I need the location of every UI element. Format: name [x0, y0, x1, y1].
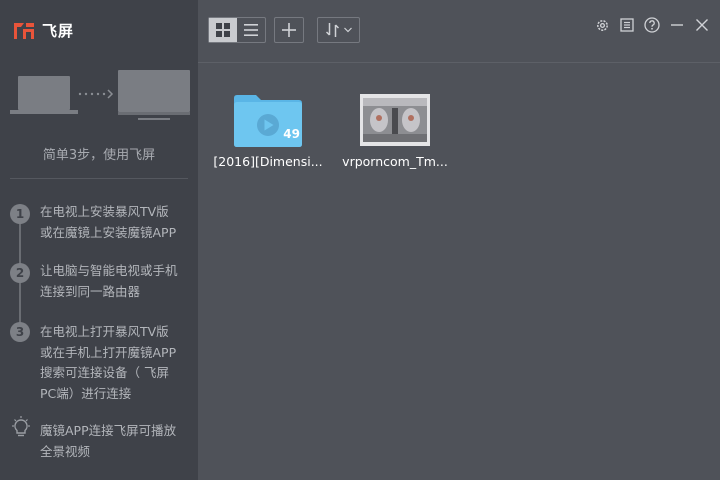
list-view-icon — [244, 24, 258, 36]
connect-illustration — [10, 70, 190, 120]
intro-text: 简单3步，使用飞屏 — [42, 148, 156, 163]
list-view-button[interactable] — [237, 18, 265, 42]
app-logo: 飞屏 — [12, 20, 74, 41]
settings-button[interactable] — [593, 16, 611, 34]
chevron-down-icon — [343, 27, 352, 33]
gear-icon — [596, 19, 608, 31]
file-name: vrporncom_Tm... — [342, 154, 448, 169]
app-logo-icon — [14, 22, 34, 39]
step-text: 在电视上安装暴风TV版 或在魔镜上安装魔镜APP — [40, 202, 192, 243]
view-toggle — [208, 17, 266, 43]
menu-button[interactable] — [618, 16, 636, 34]
add-button[interactable] — [274, 17, 304, 43]
sort-button-inner[interactable] — [318, 18, 359, 42]
tip-line: 魔镜APP连接飞屏可播放 — [40, 423, 177, 438]
grid-view-icon — [216, 23, 230, 37]
folder-thumbnail: 49 — [232, 92, 304, 148]
minimize-button[interactable] — [668, 16, 686, 34]
step-text: 在电视上打开暴风TV版 或在手机上打开魔镜APP 搜索可连接设备（ 飞屏 PC端… — [40, 322, 192, 404]
step-line: 连接到同一路由器 — [40, 283, 141, 299]
close-button[interactable] — [693, 16, 711, 34]
step-line: 在电视上安装暴风TV版 — [40, 204, 169, 219]
sort-icon — [325, 23, 339, 37]
folder-count: 49 — [283, 127, 300, 141]
file-item-video[interactable]: vrporncom_Tm... — [340, 94, 450, 169]
lightbulb-icon — [12, 416, 30, 437]
step-line: PC端）进行连接 — [40, 385, 132, 401]
file-name: [2016][Dimensi... — [213, 154, 323, 169]
step-line: 让电脑与智能电视或手机 — [40, 263, 178, 278]
close-icon — [696, 19, 708, 31]
video-preview-icon — [363, 98, 427, 142]
divider — [10, 178, 188, 179]
app-name: 飞屏 — [42, 22, 75, 40]
toolbar — [198, 0, 720, 63]
step-number: 2 — [10, 263, 30, 283]
step-line: 或在魔镜上安装魔镜APP — [40, 224, 177, 240]
step-line: 或在手机上打开魔镜APP — [40, 344, 177, 360]
tip-text: 魔镜APP连接飞屏可播放 全景视频 — [40, 421, 192, 462]
minimize-icon — [671, 24, 683, 26]
plus-icon — [282, 23, 296, 37]
step-line: 在电视上打开暴风TV版 — [40, 324, 169, 339]
file-item-folder[interactable]: 49 [2016][Dimensi... — [213, 92, 323, 169]
help-icon — [644, 17, 660, 33]
menu-icon — [620, 18, 634, 32]
sort-button[interactable] — [317, 17, 360, 43]
grid-view-button[interactable] — [209, 18, 237, 42]
help-button[interactable] — [643, 16, 661, 34]
sidebar: 飞屏 简单3步，使用飞屏 1 在电视上安装暴风TV版 或在魔镜上安装魔镜APP … — [0, 0, 198, 480]
step-line: 搜索可连接设备（ 飞屏 — [40, 365, 169, 380]
video-thumbnail — [360, 94, 430, 146]
step-text: 让电脑与智能电视或手机 连接到同一路由器 — [40, 261, 192, 302]
step-number: 3 — [10, 322, 30, 342]
add-button-inner[interactable] — [275, 18, 303, 42]
tip-line: 全景视频 — [40, 443, 91, 459]
step-number: 1 — [10, 204, 30, 224]
